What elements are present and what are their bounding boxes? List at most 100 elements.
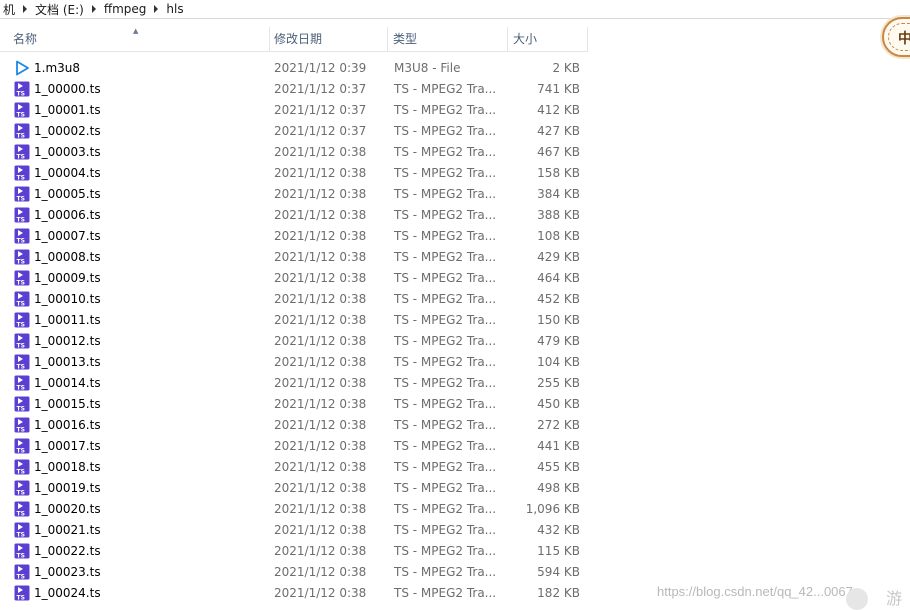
file-row[interactable]: TS 1_00014.ts 2021/1/12 0:38 TS - MPEG2 Tra…	[0, 372, 600, 393]
file-name-cell[interactable]: TS 1_00013.ts	[0, 354, 270, 370]
file-size: 104 KB	[537, 354, 580, 369]
file-row[interactable]: TS 1_00019.ts 2021/1/12 0:38 TS - MPEG2 Tra…	[0, 477, 600, 498]
file-size: 455 KB	[537, 459, 580, 474]
file-row[interactable]: TS 1_00021.ts 2021/1/12 0:38 TS - MPEG2 Tra…	[0, 519, 600, 540]
file-name-cell[interactable]: TS 1_00011.ts	[0, 312, 270, 328]
file-name-cell[interactable]: TS 1_00016.ts	[0, 417, 270, 433]
file-size: 441 KB	[537, 438, 580, 453]
file-date: 2021/1/12 0:38	[274, 480, 367, 495]
chevron-right-icon[interactable]	[23, 5, 28, 13]
breadcrumb-item-ffmpeg[interactable]: ffmpeg	[101, 2, 150, 16]
file-row[interactable]: TS 1_00011.ts 2021/1/12 0:38 TS - MPEG2 Tra…	[0, 309, 600, 330]
svg-text:TS: TS	[17, 132, 25, 139]
svg-text:TS: TS	[17, 510, 25, 517]
file-name-cell[interactable]: TS 1_00005.ts	[0, 186, 270, 202]
file-name: 1.m3u8	[34, 60, 81, 75]
column-header-name[interactable]: ▲ 名称	[0, 27, 270, 51]
file-name-cell[interactable]: TS 1_00010.ts	[0, 291, 270, 307]
column-header-size[interactable]: 大小	[508, 27, 588, 51]
file-name: 1_00006.ts	[34, 207, 101, 222]
svg-text:TS: TS	[17, 279, 25, 286]
ts-file-icon: TS	[14, 375, 30, 391]
file-name-cell[interactable]: TS 1_00018.ts	[0, 459, 270, 475]
file-row[interactable]: TS 1_00015.ts 2021/1/12 0:38 TS - MPEG2 Tra…	[0, 393, 600, 414]
file-type: TS - MPEG2 Tra...	[394, 144, 497, 159]
file-name-cell[interactable]: TS 1_00024.ts	[0, 585, 270, 601]
file-date: 2021/1/12 0:39	[274, 60, 367, 75]
file-name-cell[interactable]: TS 1_00002.ts	[0, 123, 270, 139]
file-row[interactable]: TS 1_00005.ts 2021/1/12 0:38 TS - MPEG2 Tra…	[0, 183, 600, 204]
svg-text:TS: TS	[17, 447, 25, 454]
file-row[interactable]: TS 1_00007.ts 2021/1/12 0:38 TS - MPEG2 Tra…	[0, 225, 600, 246]
breadcrumb-item-pc[interactable]: 机	[0, 1, 18, 18]
file-row[interactable]: TS 1_00018.ts 2021/1/12 0:38 TS - MPEG2 Tra…	[0, 456, 600, 477]
file-date: 2021/1/12 0:38	[274, 207, 367, 222]
file-name-cell[interactable]: TS 1_00001.ts	[0, 102, 270, 118]
watermark-text: https://blog.csdn.net/qq_42...0067	[657, 584, 853, 599]
file-row[interactable]: TS 1_00002.ts 2021/1/12 0:37 TS - MPEG2 Tra…	[0, 120, 600, 141]
file-row[interactable]: TS 1_00013.ts 2021/1/12 0:38 TS - MPEG2 Tra…	[0, 351, 600, 372]
column-header-date[interactable]: 修改日期	[270, 27, 388, 51]
file-row[interactable]: TS 1_00022.ts 2021/1/12 0:38 TS - MPEG2 Tra…	[0, 540, 600, 561]
file-row[interactable]: TS 1_00009.ts 2021/1/12 0:38 TS - MPEG2 Tra…	[0, 267, 600, 288]
svg-text:TS: TS	[17, 594, 25, 601]
file-name-cell[interactable]: TS 1_00017.ts	[0, 438, 270, 454]
file-row[interactable]: TS 1_00010.ts 2021/1/12 0:38 TS - MPEG2 Tra…	[0, 288, 600, 309]
file-row[interactable]: TS 1_00020.ts 2021/1/12 0:38 TS - MPEG2 Tra…	[0, 498, 600, 519]
file-row[interactable]: TS 1_00016.ts 2021/1/12 0:38 TS - MPEG2 Tra…	[0, 414, 600, 435]
column-header-date-label: 修改日期	[274, 32, 323, 46]
file-name-cell[interactable]: TS 1_00009.ts	[0, 270, 270, 286]
svg-text:TS: TS	[17, 111, 25, 118]
file-name-cell[interactable]: TS 1_00004.ts	[0, 165, 270, 181]
file-row[interactable]: TS 1_00023.ts 2021/1/12 0:38 TS - MPEG2 Tra…	[0, 561, 600, 582]
file-row[interactable]: TS 1_00024.ts 2021/1/12 0:38 TS - MPEG2 Tra…	[0, 582, 600, 603]
file-row[interactable]: TS 1_00003.ts 2021/1/12 0:38 TS - MPEG2 Tra…	[0, 141, 600, 162]
file-name-cell[interactable]: 1.m3u8	[0, 60, 270, 76]
file-size: 741 KB	[537, 81, 580, 96]
file-name-cell[interactable]: TS 1_00022.ts	[0, 543, 270, 559]
breadcrumb-item-hls[interactable]: hls	[163, 2, 186, 16]
svg-text:TS: TS	[17, 531, 25, 538]
file-name-cell[interactable]: TS 1_00015.ts	[0, 396, 270, 412]
file-row[interactable]: TS 1_00004.ts 2021/1/12 0:38 TS - MPEG2 Tra…	[0, 162, 600, 183]
file-type: TS - MPEG2 Tra...	[394, 522, 497, 537]
file-size: 384 KB	[537, 186, 580, 201]
file-row[interactable]: TS 1_00017.ts 2021/1/12 0:38 TS - MPEG2 Tra…	[0, 435, 600, 456]
file-row[interactable]: TS 1_00000.ts 2021/1/12 0:37 TS - MPEG2 Tra…	[0, 78, 600, 99]
file-row[interactable]: TS 1_00008.ts 2021/1/12 0:38 TS - MPEG2 Tra…	[0, 246, 600, 267]
file-name-cell[interactable]: TS 1_00014.ts	[0, 375, 270, 391]
file-row[interactable]: TS 1_00012.ts 2021/1/12 0:38 TS - MPEG2 Tra…	[0, 330, 600, 351]
file-date: 2021/1/12 0:38	[274, 501, 367, 516]
chevron-right-icon[interactable]	[154, 5, 159, 13]
file-row[interactable]: 1.m3u8 2021/1/12 0:39 M3U8 - File 2 KB	[0, 57, 600, 78]
file-name-cell[interactable]: TS 1_00007.ts	[0, 228, 270, 244]
file-name-cell[interactable]: TS 1_00000.ts	[0, 81, 270, 97]
breadcrumb: 机 文档 (E:) ffmpeg hls	[0, 0, 910, 19]
file-name-cell[interactable]: TS 1_00008.ts	[0, 249, 270, 265]
column-header-type[interactable]: 类型	[388, 27, 508, 51]
file-name-cell[interactable]: TS 1_00003.ts	[0, 144, 270, 160]
file-size: 412 KB	[537, 102, 580, 117]
svg-text:TS: TS	[17, 174, 25, 181]
ts-file-icon: TS	[14, 585, 30, 601]
watermark-char: 游	[886, 589, 903, 608]
file-size: 150 KB	[537, 312, 580, 327]
file-name-cell[interactable]: TS 1_00023.ts	[0, 564, 270, 580]
file-row[interactable]: TS 1_00001.ts 2021/1/12 0:37 TS - MPEG2 Tra…	[0, 99, 600, 120]
svg-text:TS: TS	[17, 216, 25, 223]
ime-indicator[interactable]: 中	[882, 17, 910, 57]
file-name-cell[interactable]: TS 1_00019.ts	[0, 480, 270, 496]
file-size: 115 KB	[537, 543, 580, 558]
file-row[interactable]: TS 1_00006.ts 2021/1/12 0:38 TS - MPEG2 Tra…	[0, 204, 600, 225]
file-size: 272 KB	[537, 417, 580, 432]
file-name-cell[interactable]: TS 1_00012.ts	[0, 333, 270, 349]
ts-file-icon: TS	[14, 186, 30, 202]
file-name-cell[interactable]: TS 1_00006.ts	[0, 207, 270, 223]
sort-ascending-icon: ▲	[133, 27, 139, 35]
svg-text:TS: TS	[17, 237, 25, 244]
file-name: 1_00002.ts	[34, 123, 101, 138]
file-name-cell[interactable]: TS 1_00020.ts	[0, 501, 270, 517]
breadcrumb-item-drive[interactable]: 文档 (E:)	[32, 1, 87, 18]
file-name-cell[interactable]: TS 1_00021.ts	[0, 522, 270, 538]
chevron-right-icon[interactable]	[91, 5, 96, 13]
